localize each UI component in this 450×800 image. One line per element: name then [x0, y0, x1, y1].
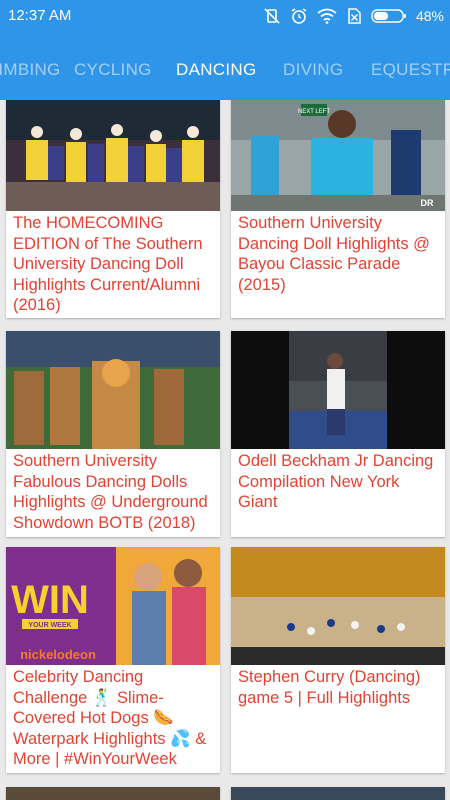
video-title[interactable]: Odell Beckham Jr Dancing Compilation New… — [238, 451, 441, 513]
app-bar: 12:37 AM 48% IMBING CYCLING DANCING DIVI… — [0, 0, 450, 100]
video-card[interactable] — [231, 787, 445, 800]
thumbnail-watermark: DR — [421, 198, 434, 208]
tab-cycling[interactable]: CYCLING — [74, 60, 152, 80]
video-card[interactable]: Stephen Curry (Dancing) game 5 | Full Hi… — [231, 547, 445, 773]
video-title[interactable]: Stephen Curry (Dancing) game 5 | Full Hi… — [238, 667, 441, 708]
wifi-icon — [317, 8, 337, 24]
status-icons: 48% — [263, 6, 444, 26]
video-title[interactable]: Southern University Fabulous Dancing Dol… — [13, 451, 216, 533]
tab-diving[interactable]: DIVING — [283, 60, 343, 80]
alarm-icon — [291, 8, 307, 24]
tab-equestrian[interactable]: EQUESTRIAN — [371, 60, 450, 80]
thumbnail-subtitle: YOUR WEEK — [28, 622, 71, 629]
video-thumbnail[interactable] — [231, 787, 445, 800]
video-card[interactable]: NEXT LEFT DR Southern University Dancing… — [231, 100, 445, 318]
vibrate-off-icon — [264, 8, 280, 24]
video-title[interactable]: Celebrity Dancing Challenge 🕺 Slime-Cove… — [13, 667, 216, 770]
thumbnail-headline: WIN — [11, 578, 89, 622]
street-sign: NEXT LEFT — [298, 109, 331, 115]
tab-climbing[interactable]: CLIMBING — [0, 60, 61, 80]
video-thumbnail[interactable]: WIN YOUR WEEK nickelodeon — [6, 547, 220, 665]
video-card[interactable]: Southern University Fabulous Dancing Dol… — [6, 331, 220, 537]
status-bar: 12:37 AM 48% — [0, 0, 450, 32]
video-thumbnail[interactable] — [231, 331, 445, 449]
video-thumbnail[interactable] — [6, 100, 220, 211]
video-card[interactable]: WIN YOUR WEEK nickelodeon Celebrity Danc… — [6, 547, 220, 773]
video-card[interactable]: Odell Beckham Jr Dancing Compilation New… — [231, 331, 445, 537]
no-sim-icon — [348, 8, 361, 24]
video-thumbnail[interactable] — [6, 787, 220, 800]
battery-percent: 48% — [415, 8, 444, 24]
video-thumbnail[interactable] — [231, 547, 445, 665]
tab-dancing[interactable]: DANCING — [176, 60, 257, 80]
video-grid: The HOMECOMING EDITION of The Southern U… — [0, 100, 450, 800]
video-thumbnail[interactable]: NEXT LEFT DR — [231, 100, 445, 211]
video-title[interactable]: The HOMECOMING EDITION of The Southern U… — [13, 213, 216, 316]
status-time: 12:37 AM — [8, 7, 72, 24]
battery-icon — [371, 9, 406, 23]
video-title[interactable]: Southern University Dancing Doll Highlig… — [238, 213, 441, 295]
nickelodeon-logo: nickelodeon — [20, 647, 96, 662]
video-card[interactable]: The HOMECOMING EDITION of The Southern U… — [6, 100, 220, 318]
video-card[interactable] — [6, 787, 220, 800]
category-tabs: CLIMBING CYCLING DANCING DIVING EQUESTRI… — [0, 60, 450, 84]
video-thumbnail[interactable] — [6, 331, 220, 449]
